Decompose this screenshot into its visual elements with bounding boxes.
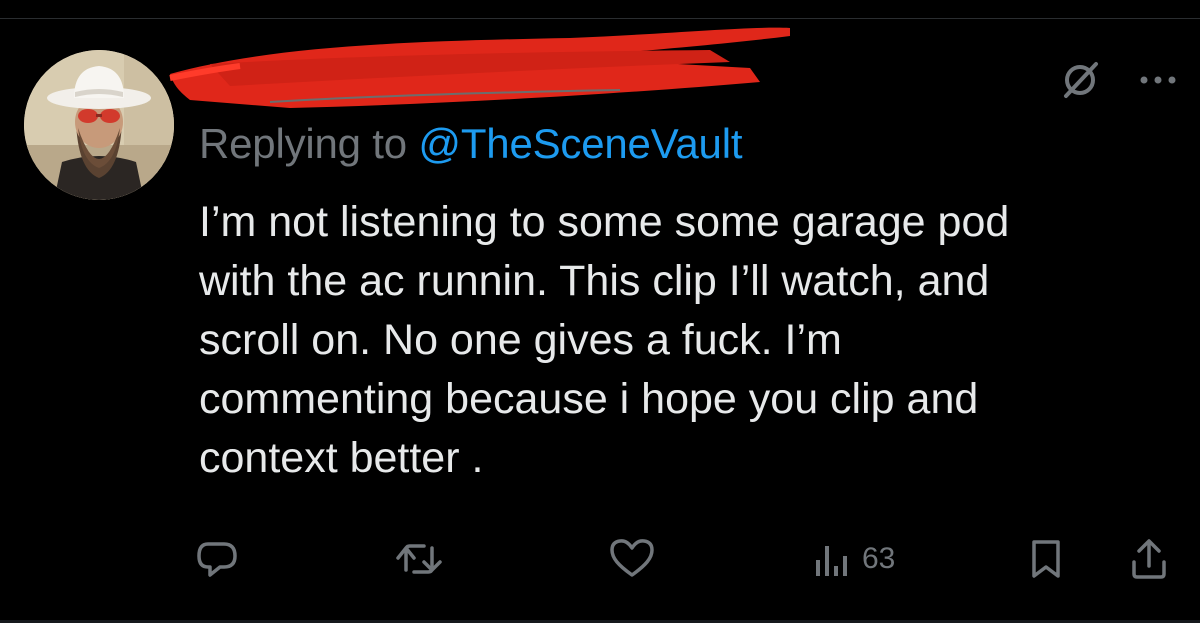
tweet-text-line: I’m not listening to some some garage po… xyxy=(199,198,1010,246)
replying-to: Replying to @TheSceneVault xyxy=(199,118,743,170)
share-icon xyxy=(1132,539,1166,579)
tweet-text-line: commenting because i hope you clip and xyxy=(199,375,979,423)
post-action-bar: 63 xyxy=(192,534,1182,584)
views-icon xyxy=(816,546,847,576)
repost-button[interactable] xyxy=(392,534,446,584)
bookmark-icon xyxy=(1032,540,1060,578)
more-icon[interactable] xyxy=(1138,74,1178,86)
reply-button[interactable] xyxy=(192,534,242,584)
bookmark-button[interactable] xyxy=(1024,534,1068,584)
views-count: 63 xyxy=(862,542,896,575)
tweet-text-line: context better . xyxy=(199,434,484,482)
repost-icon xyxy=(396,544,442,574)
like-icon xyxy=(610,539,654,577)
reply-handle-link[interactable]: @TheSceneVault xyxy=(418,120,742,167)
share-button[interactable] xyxy=(1126,534,1172,584)
tweet-text-line: with the ac runnin. This clip I’ll watch… xyxy=(199,257,990,305)
grok-icon[interactable] xyxy=(1058,58,1102,102)
views-button[interactable]: 63 xyxy=(810,534,895,584)
redacted-display-name xyxy=(169,27,790,109)
like-button[interactable] xyxy=(606,534,658,584)
reply-icon xyxy=(197,542,237,577)
replying-to-label: Replying to xyxy=(199,120,419,167)
tweet-text: I’m not listening to some some garage po… xyxy=(199,193,1179,488)
post-header-actions xyxy=(1058,58,1178,102)
tweet-text-line: scroll on. No one gives a fuck. I’m xyxy=(199,316,842,364)
